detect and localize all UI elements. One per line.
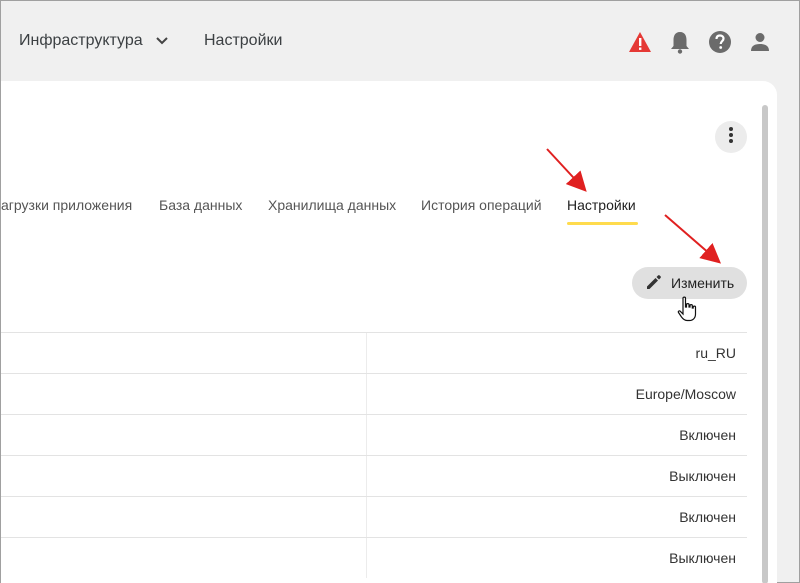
- nav-infrastructure-label: Инфраструктура: [19, 32, 143, 49]
- user-icon[interactable]: [747, 29, 773, 55]
- table-row: Включен: [1, 496, 747, 537]
- table-row: Выключен: [1, 455, 747, 496]
- nav-infrastructure-dropdown[interactable]: Инфраструктура: [19, 31, 169, 51]
- edit-button-label: Изменить: [671, 275, 735, 291]
- settings-table: ru_RU Europe/Moscow Включен Выключен Вкл…: [1, 332, 747, 578]
- warning-icon[interactable]: [627, 29, 653, 55]
- row-value: Europe/Moscow: [635, 386, 736, 402]
- tab-bar: агрузки приложения База данных Хранилища…: [1, 197, 761, 227]
- tab-database[interactable]: База данных: [159, 197, 242, 213]
- top-bar: Инфраструктура Настройки: [1, 1, 799, 81]
- help-icon[interactable]: [707, 29, 733, 55]
- tab-storages[interactable]: Хранилища данных: [268, 197, 396, 213]
- bell-icon[interactable]: [667, 29, 693, 55]
- row-value: Включен: [679, 427, 736, 443]
- row-value: Выключен: [669, 550, 736, 566]
- chevron-down-icon: [155, 36, 169, 46]
- table-row: Europe/Moscow: [1, 373, 747, 414]
- nav-settings-label: Настройки: [204, 32, 283, 49]
- more-options-button[interactable]: [715, 121, 747, 153]
- vertical-scrollbar[interactable]: [762, 105, 768, 583]
- table-row: ru_RU: [1, 332, 747, 373]
- row-value: Включен: [679, 509, 736, 525]
- tab-operations-history[interactable]: История операций: [421, 197, 542, 213]
- edit-button[interactable]: Изменить: [632, 267, 747, 299]
- row-value: Выключен: [669, 468, 736, 484]
- table-row: Включен: [1, 414, 747, 455]
- hand-cursor-icon: [677, 296, 697, 327]
- top-icons-group: [627, 29, 773, 55]
- more-vertical-icon: [728, 126, 734, 149]
- nav-settings-link[interactable]: Настройки: [204, 31, 282, 51]
- row-value: ru_RU: [695, 345, 736, 361]
- tab-app-loads[interactable]: агрузки приложения: [1, 197, 132, 213]
- table-row: Выключен: [1, 537, 747, 578]
- pencil-icon: [645, 273, 663, 294]
- active-tab-indicator: [567, 222, 638, 225]
- tab-settings[interactable]: Настройки: [567, 197, 636, 213]
